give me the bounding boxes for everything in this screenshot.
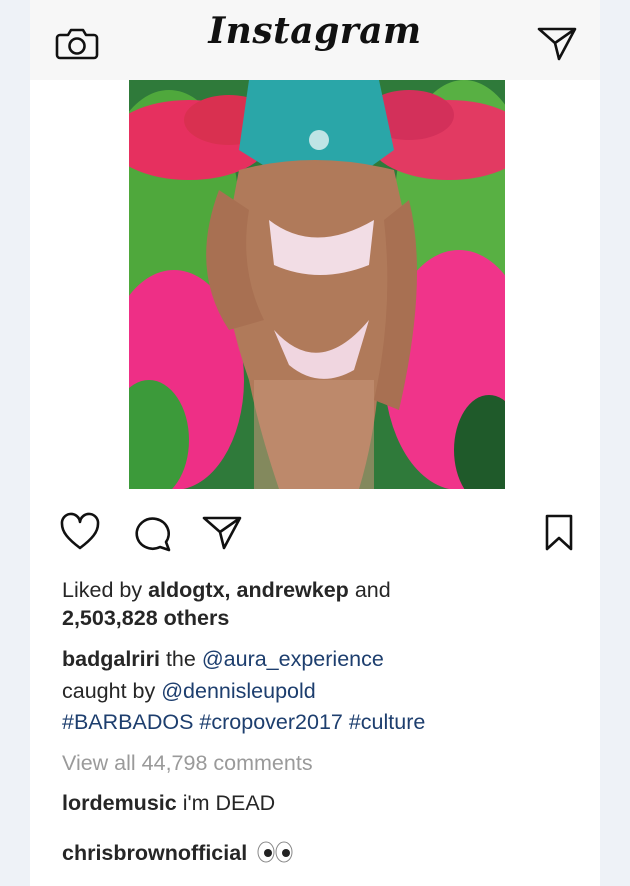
hashtag-link[interactable]: #culture bbox=[349, 710, 426, 734]
save-button[interactable] bbox=[537, 510, 581, 554]
like-button[interactable] bbox=[58, 510, 102, 554]
caption-text: caught by bbox=[62, 679, 156, 703]
likes-line: Liked by aldogtx, andrewkep and bbox=[62, 576, 391, 604]
phone-screen: Instagram Liked by aldogtx, andrewkep an… bbox=[30, 0, 600, 886]
liker-separator: , bbox=[224, 578, 231, 602]
direct-messages-button[interactable] bbox=[532, 20, 580, 64]
comment-item: chrisbrownofficial bbox=[62, 839, 293, 870]
comment-text: i'm DEAD bbox=[182, 791, 276, 815]
hashtag-link[interactable]: #BARBADOS bbox=[62, 710, 193, 734]
liker-username-1[interactable]: aldogtx, bbox=[148, 578, 230, 602]
comment-item: lordemusic i'm DEAD bbox=[62, 789, 275, 817]
likes-count[interactable]: 2,503,828 others bbox=[62, 604, 229, 632]
caption-text: the bbox=[165, 647, 196, 671]
likes-prefix: Liked by bbox=[62, 578, 143, 602]
caption-username[interactable]: badgalriri bbox=[62, 647, 160, 671]
comment-username[interactable]: lordemusic bbox=[62, 791, 177, 815]
photo-illustration bbox=[129, 80, 505, 489]
share-button[interactable] bbox=[200, 510, 244, 554]
comment-username[interactable]: chrisbrownofficial bbox=[62, 841, 247, 865]
top-bar: Instagram bbox=[30, 0, 600, 80]
mention-link[interactable]: @aura_experience bbox=[202, 647, 384, 671]
hashtag-link[interactable]: #cropover2017 bbox=[199, 710, 342, 734]
mention-link[interactable]: @dennisleupold bbox=[161, 679, 316, 703]
comment-button[interactable] bbox=[130, 510, 174, 554]
comment-icon bbox=[135, 517, 171, 552]
app-logo: Instagram bbox=[208, 10, 422, 52]
post-photo[interactable] bbox=[129, 80, 505, 489]
heart-icon bbox=[60, 512, 100, 550]
liker-username-2[interactable]: andrewkep bbox=[237, 578, 349, 602]
liker-1-name[interactable]: aldogtx bbox=[148, 578, 224, 602]
caption-line-2: caught by @dennisleupold bbox=[62, 677, 316, 705]
eyes-emoji-icon bbox=[257, 841, 293, 870]
paper-plane-icon bbox=[537, 27, 577, 61]
paper-plane-icon bbox=[202, 516, 242, 550]
likes-and: and bbox=[354, 578, 391, 602]
view-all-comments-link[interactable]: View all 44,798 comments bbox=[62, 749, 313, 777]
caption-hashtags: #BARBADOS #cropover2017 #culture bbox=[62, 708, 425, 736]
bookmark-icon bbox=[545, 514, 573, 551]
caption-line-1: badgalriri the @aura_experience bbox=[62, 645, 384, 673]
